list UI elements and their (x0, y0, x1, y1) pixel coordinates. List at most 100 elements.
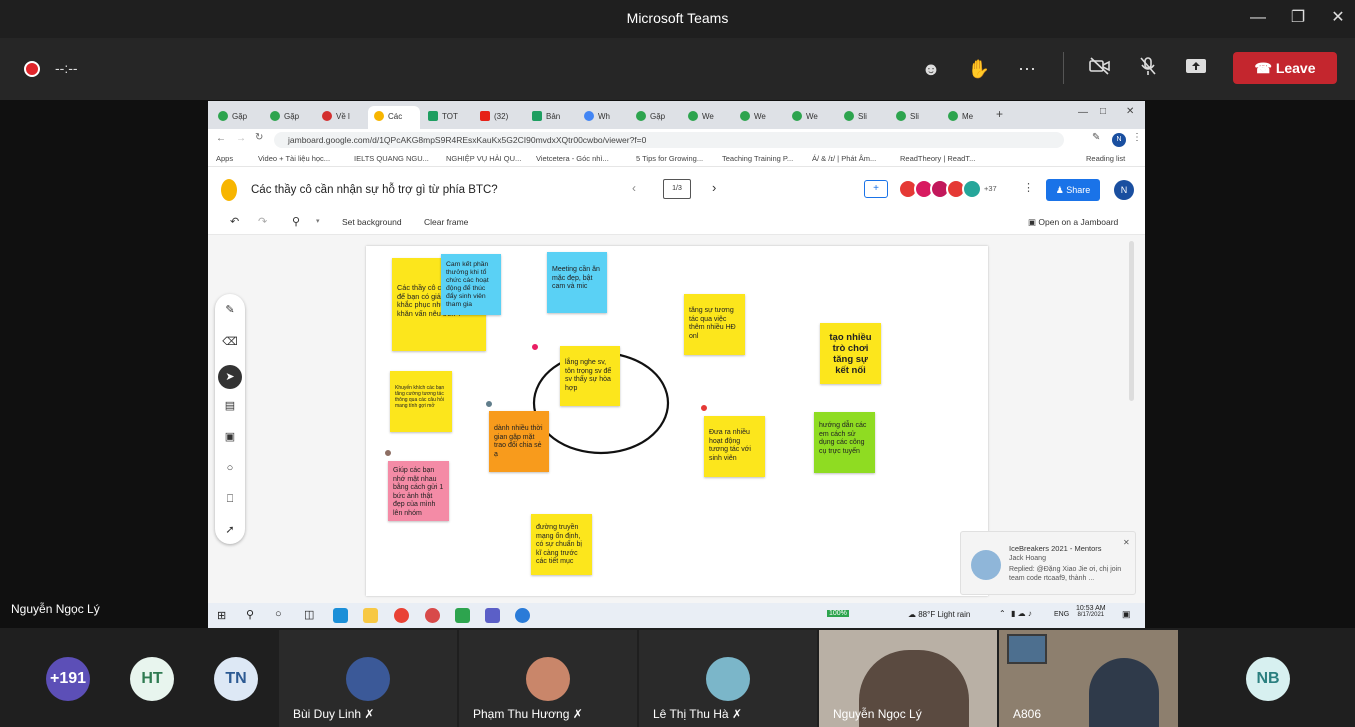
bookmark-item[interactable]: Vietcetera - Góc nhì... (536, 154, 609, 163)
chrome-icon[interactable] (394, 608, 409, 623)
share-button[interactable]: ♟ Share (1046, 179, 1100, 201)
browser-tab[interactable]: Me (942, 106, 990, 129)
language-indicator[interactable]: ENG (1054, 611, 1069, 618)
browser-tab[interactable]: Sli (890, 106, 938, 129)
jam-title[interactable]: Các thầy cô cần nhận sự hỗ trợ gì từ phí… (251, 184, 498, 196)
bookmark-item[interactable]: NGHIỆP VỤ HẢI QU... (446, 154, 521, 163)
new-tab-icon[interactable]: + (996, 107, 1003, 121)
participant-tile[interactable]: Phạm Thu Hương ✗ (459, 630, 637, 727)
pen-icon[interactable]: ✎ (222, 302, 238, 318)
forward-icon[interactable]: → (236, 133, 246, 144)
taskbar-clock[interactable]: 10:53 AM 8/17/2021 (1076, 605, 1106, 618)
line-icon[interactable] (455, 608, 470, 623)
participant-tile[interactable]: Bùi Duy Linh ✗ (279, 630, 457, 727)
clear-frame-button[interactable]: Clear frame (424, 217, 468, 227)
bookmark-item[interactable]: IELTS QUANG NGU... (354, 154, 429, 163)
weather-widget[interactable]: ☁ 88°F Light rain (908, 610, 970, 619)
camera-off-icon[interactable] (1087, 56, 1113, 82)
participant-initials[interactable]: HT (130, 657, 174, 701)
undo-icon[interactable]: ↶ (230, 215, 239, 228)
leave-button[interactable]: ☎ Leave (1233, 52, 1337, 84)
next-frame-icon[interactable]: › (712, 180, 716, 195)
browser-tab[interactable]: Bản (526, 106, 574, 129)
sticky-note[interactable]: lắng nghe sv, tôn trọng sv để sv thấy sự… (560, 346, 620, 406)
sticky-note[interactable]: Giúp các bạn nhớ mặt nhau bằng cách gửi … (388, 461, 449, 521)
laser-icon[interactable]: ➚ (222, 522, 238, 538)
close-icon[interactable]: ✕ (1325, 6, 1351, 30)
teams-icon[interactable] (485, 608, 500, 623)
participant-video-tile[interactable]: A806 (999, 630, 1178, 727)
profile-icon[interactable]: N (1112, 133, 1126, 147)
browser-tab-active[interactable]: Các (368, 106, 420, 129)
participant-initials[interactable]: NB (1246, 657, 1290, 701)
account-avatar[interactable]: N (1114, 180, 1134, 200)
browser-tab[interactable]: We (734, 106, 782, 129)
sticky-note[interactable]: Khuyến khích các bạn tăng cường tương tá… (390, 371, 452, 432)
sticky-note[interactable]: Cam kết phần thưởng khi tổ chức các hoạt… (441, 254, 501, 315)
window-close-icon[interactable]: ✕ (1126, 106, 1134, 117)
extensions-icon[interactable]: ✎ (1092, 132, 1100, 143)
circle-shape-icon[interactable]: ○ (222, 460, 238, 476)
window-restore-icon[interactable]: □ (1100, 106, 1106, 117)
more-participants-button[interactable]: +191 (46, 657, 90, 701)
app-icon[interactable] (425, 608, 440, 623)
search-icon[interactable]: ⚲ (246, 608, 254, 621)
tray-up-icon[interactable]: ⌃ (999, 609, 1006, 618)
browser-tab[interactable]: Về l (316, 106, 364, 129)
tray-icons[interactable]: ▮ ☁ ♪ (1011, 609, 1032, 618)
zalo-icon[interactable] (515, 608, 530, 623)
bookmark-item[interactable]: Á/ & /ɪ/ | Phát Âm... (812, 154, 876, 163)
vertical-scrollbar[interactable] (1129, 241, 1134, 401)
prev-frame-icon[interactable]: ‹ (632, 181, 636, 195)
bookmark-item[interactable]: Teaching Training P... (722, 154, 793, 163)
set-background-button[interactable]: Set background (342, 217, 402, 227)
select-icon[interactable]: ➤ (218, 365, 242, 389)
notifications-icon[interactable]: ▣ (1122, 609, 1131, 620)
sticky-note[interactable]: đường truyền mạng ổn định, có sự chuẩn b… (531, 514, 592, 575)
windows-start-icon[interactable]: ⊞ (217, 609, 226, 622)
bookmark-item[interactable]: ReadTheory | ReadT... (900, 154, 975, 163)
browser-tab[interactable]: Gặp (212, 106, 260, 129)
more-actions-icon[interactable]: ⋯ (1014, 56, 1040, 82)
participant-video-tile[interactable]: Nguyễn Ngọc Lý (819, 630, 997, 727)
edge-icon[interactable] (333, 608, 348, 623)
reading-list-link[interactable]: Reading list (1086, 154, 1125, 163)
participant-initials[interactable]: TN (214, 657, 258, 701)
eraser-icon[interactable]: ⌫ (222, 334, 238, 350)
task-view-icon[interactable]: ◫ (304, 608, 314, 621)
reactions-icon[interactable]: ✋ (966, 56, 992, 82)
mic-muted-icon[interactable] (1135, 56, 1161, 82)
image-icon[interactable]: ▣ (222, 429, 238, 445)
browser-tab[interactable]: Wh (578, 106, 626, 129)
participant-tile[interactable]: Lê Thị Thu Hà ✗ (639, 630, 817, 727)
browser-tab[interactable]: Gặp (630, 106, 678, 129)
text-box-icon[interactable]: ⎕ (222, 491, 238, 507)
browser-menu-icon[interactable]: ⋮ (1132, 132, 1142, 143)
url-field[interactable]: jamboard.google.com/d/1QPcAKG8mpS9R4REsx… (274, 132, 1064, 148)
sticky-note[interactable]: tạo nhiều trò chơi tăng sự kết nối (820, 323, 881, 384)
window-minimize-icon[interactable]: — (1078, 107, 1088, 118)
redo-icon[interactable]: ↷ (258, 215, 267, 228)
sticky-note-icon[interactable]: ▤ (222, 398, 238, 414)
sticky-note[interactable]: Đưa ra nhiều hoạt động tương tác với sin… (704, 416, 765, 477)
participants-icon[interactable]: ☻ (918, 56, 944, 82)
close-icon[interactable]: ✕ (1123, 538, 1130, 547)
share-screen-icon[interactable] (1183, 56, 1209, 82)
sticky-note[interactable]: tăng sự tương tác qua việc thêm nhiều HĐ… (684, 294, 745, 355)
bookmark-item[interactable]: Apps (216, 154, 233, 163)
cortana-icon[interactable]: ○ (275, 608, 282, 620)
open-on-jamboard-button[interactable]: ▣ Open on a Jamboard (1028, 217, 1118, 228)
maximize-icon[interactable]: ❐ (1285, 6, 1311, 30)
browser-tab[interactable]: Gặp (264, 106, 312, 129)
sticky-note[interactable]: hướng dẫn các em cách sử dụng các công c… (814, 412, 875, 473)
browser-tab[interactable]: (32) (474, 106, 522, 129)
collaborator-avatar[interactable] (962, 179, 982, 199)
bookmark-item[interactable]: 5 Tips for Growing... (636, 154, 703, 163)
jam-menu-icon[interactable]: ⋮ (1023, 181, 1034, 194)
reload-icon[interactable]: ↻ (255, 132, 263, 143)
add-frame-icon[interactable]: + (864, 180, 888, 198)
browser-tab[interactable]: We (786, 106, 834, 129)
back-icon[interactable]: ← (216, 133, 226, 144)
sticky-note[interactable]: dành nhiều thời gian gặp mặt trao đổi ch… (489, 411, 549, 472)
zoom-icon[interactable]: ⚲ (292, 215, 300, 228)
